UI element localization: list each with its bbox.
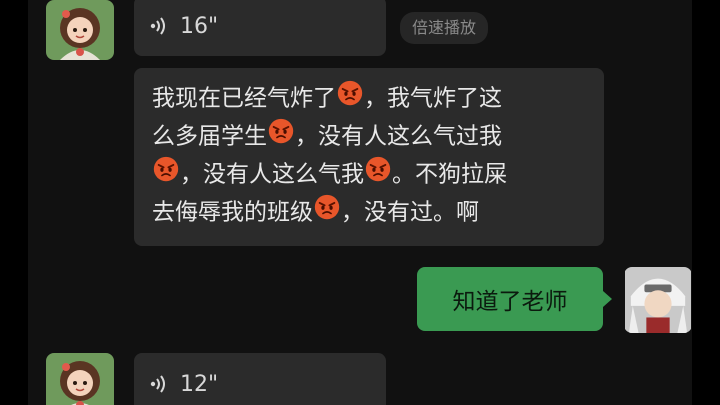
playback-speed-button[interactable]: 倍速播放 (400, 12, 489, 44)
teacher-avatar[interactable] (46, 0, 114, 60)
teacher-avatar[interactable] (46, 353, 114, 405)
message-text: ，我气炸了这 (364, 85, 502, 112)
student-avatar[interactable] (624, 267, 692, 333)
text-message-bubble[interactable]: 我现在已经气炸了 ，我气炸了这 么多届学生 ，没有人这么气过我 ，没有人这么气我 。不… (134, 68, 604, 246)
angry-face-icon (153, 156, 179, 194)
voice-duration: 16" (180, 13, 219, 39)
message-text: ，没有人这么气过我 (295, 123, 502, 150)
message-text: ，没有人这么气我 (180, 161, 364, 188)
bubble-tail (603, 291, 612, 307)
voice-wave-icon (150, 374, 168, 394)
voice-message-bubble[interactable]: 12" (134, 353, 386, 405)
reply-text: 知道了老师 (452, 289, 568, 315)
angry-face-icon (337, 80, 363, 118)
message-text: 我现在已经气炸了 (152, 85, 336, 112)
message-text: 。不狗拉屎 (392, 161, 507, 188)
reply-message-bubble[interactable]: 知道了老师 (417, 267, 603, 331)
voice-message-bubble[interactable]: 16" (134, 0, 386, 56)
angry-face-icon (314, 194, 340, 232)
message-text: 去侮辱我的班级 (152, 199, 313, 226)
voice-duration: 12" (180, 371, 219, 397)
chat-panel: 16" 倍速播放 我现在已经气炸了 ，我气炸了这 么多届学生 ，没有人这么气过我 ，… (28, 0, 692, 405)
message-text: ，没有过。啊 (341, 199, 479, 226)
angry-face-icon (365, 156, 391, 194)
angry-face-icon (268, 118, 294, 156)
message-text: 么多届学生 (152, 123, 267, 150)
voice-wave-icon (150, 16, 168, 36)
